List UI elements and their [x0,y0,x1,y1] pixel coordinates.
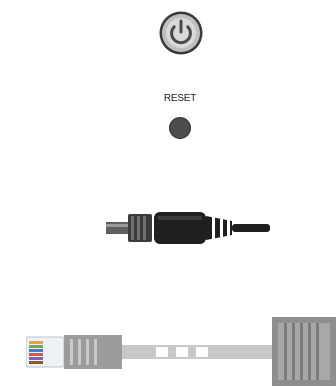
plug-cable [232,224,270,232]
reset-label: RESET [163,93,197,104]
plug-tip [106,222,128,234]
dc-power-plug [104,208,274,248]
rj45-ethernet-cable [26,317,336,386]
power-icon [159,11,203,55]
reset-button[interactable] [169,117,191,139]
power-button[interactable] [158,10,204,56]
